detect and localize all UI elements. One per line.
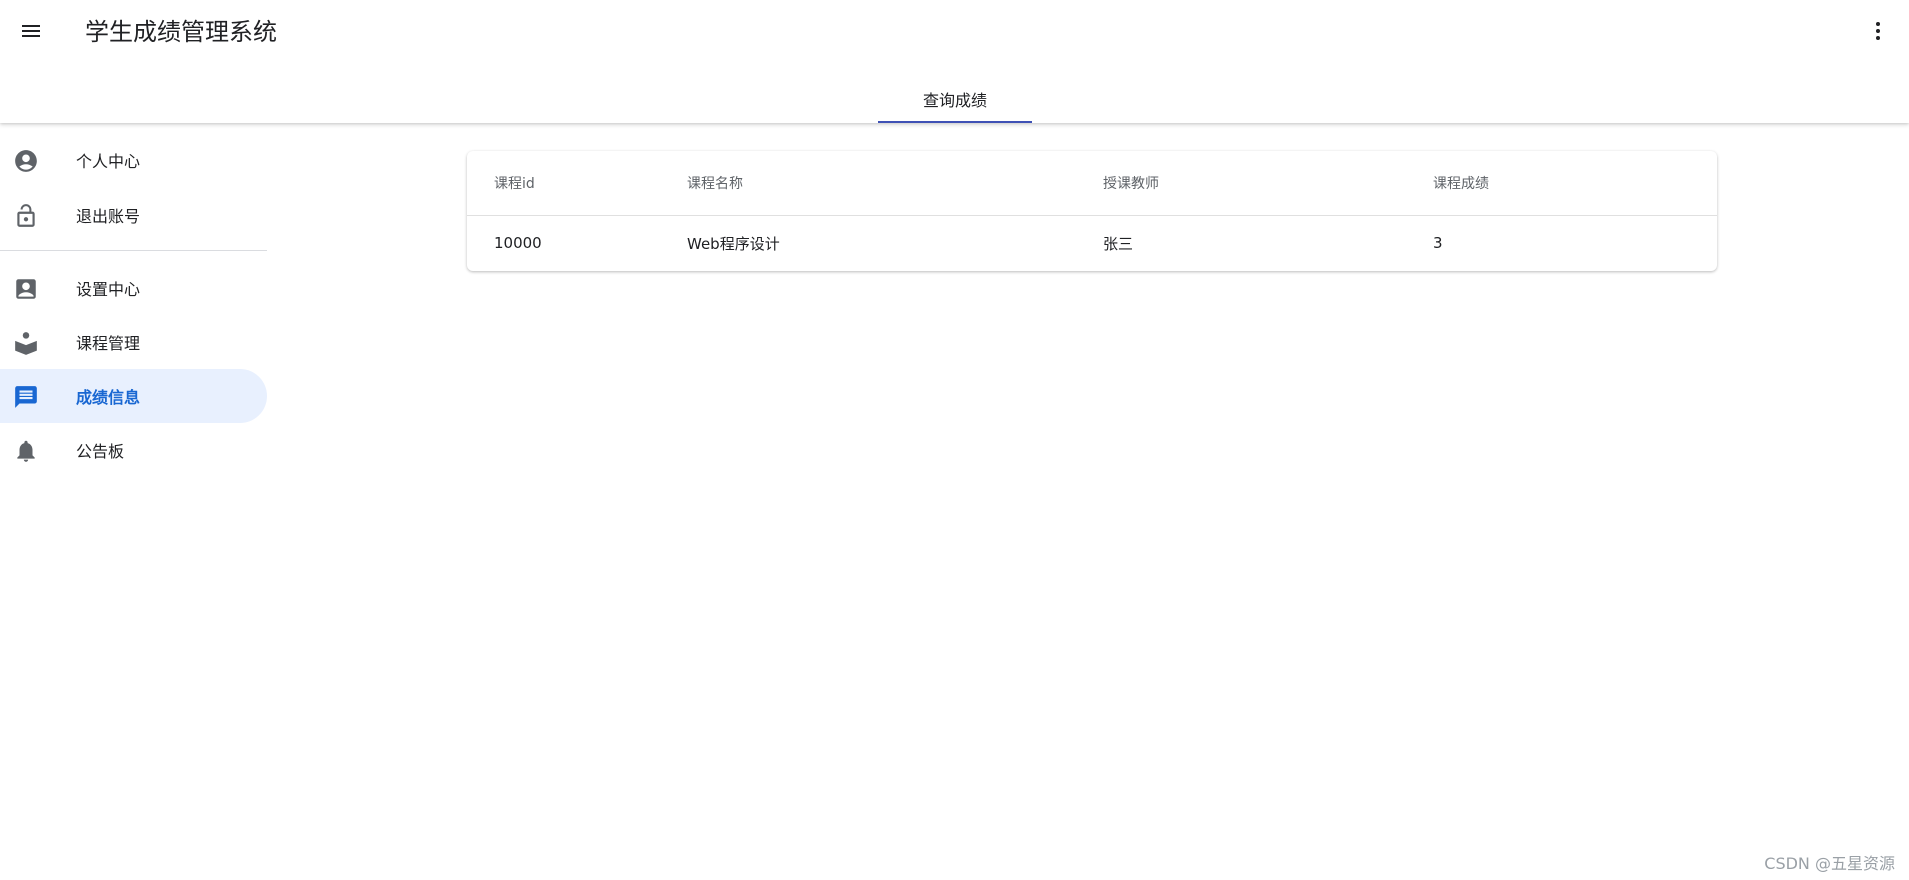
sidebar-item-profile[interactable]: 个人中心 <box>0 133 267 187</box>
table-row: 10000 Web程序设计 张三 3 <box>467 215 1717 271</box>
app-header: 学生成绩管理系统 查询成绩 <box>0 0 1909 123</box>
column-header-teacher: 授课教师 <box>1076 151 1406 216</box>
sidebar-item-label: 公告板 <box>76 442 125 461</box>
bell-icon <box>13 438 39 464</box>
more-options-button[interactable] <box>1857 12 1899 54</box>
column-header-grade: 课程成绩 <box>1406 151 1717 216</box>
column-header-course-name: 课程名称 <box>660 151 1076 216</box>
sidebar-item-label: 个人中心 <box>76 152 141 171</box>
message-icon <box>13 384 39 410</box>
cell-teacher: 张三 <box>1103 234 1134 253</box>
sidebar-item-bulletin[interactable]: 公告板 <box>0 423 267 477</box>
menu-icon <box>19 19 43 48</box>
menu-button[interactable] <box>10 12 52 54</box>
account-circle-icon <box>13 148 39 174</box>
sidebar-item-settings[interactable]: 设置中心 <box>0 261 267 315</box>
more-vert-icon <box>1866 19 1890 48</box>
contact-icon <box>13 276 39 302</box>
sidebar-item-label: 设置中心 <box>76 280 141 299</box>
tab-label: 查询成绩 <box>922 90 987 110</box>
grades-table-card: 课程id 课程名称 授课教师 课程成绩 10000 Web程序设计 张三 3 <box>467 151 1717 271</box>
column-header-course-id: 课程id <box>467 151 660 216</box>
grades-table: 课程id 课程名称 授课教师 课程成绩 10000 Web程序设计 张三 3 <box>467 151 1717 271</box>
sidebar-divider <box>0 250 267 251</box>
app-root: 学生成绩管理系统 查询成绩 个人中心 退出账号 设置中心 课程管理 成绩信息 公… <box>0 0 1909 880</box>
table-header-row: 课程id 课程名称 授课教师 课程成绩 <box>467 151 1717 216</box>
sidebar-item-label: 成绩信息 <box>76 388 141 407</box>
sidebar: 个人中心 退出账号 设置中心 课程管理 成绩信息 公告板 <box>0 123 267 880</box>
sidebar-item-label: 课程管理 <box>76 334 141 353</box>
watermark: CSDN @五星资源 <box>1764 854 1895 873</box>
sidebar-item-grades[interactable]: 成绩信息 <box>0 369 267 423</box>
sidebar-item-courses[interactable]: 课程管理 <box>0 315 267 369</box>
sidebar-item-label: 退出账号 <box>76 207 141 226</box>
cell-grade: 3 <box>1433 234 1443 253</box>
app-title: 学生成绩管理系统 <box>85 18 277 46</box>
lock-open-icon <box>13 203 39 229</box>
tab-indicator <box>878 121 1032 123</box>
sidebar-item-logout[interactable]: 退出账号 <box>0 188 267 242</box>
book-reader-icon <box>13 330 39 356</box>
cell-course-name: Web程序设计 <box>687 234 780 253</box>
cell-course-id: 10000 <box>494 234 542 253</box>
tab-query-grades[interactable]: 查询成绩 <box>878 74 1032 123</box>
